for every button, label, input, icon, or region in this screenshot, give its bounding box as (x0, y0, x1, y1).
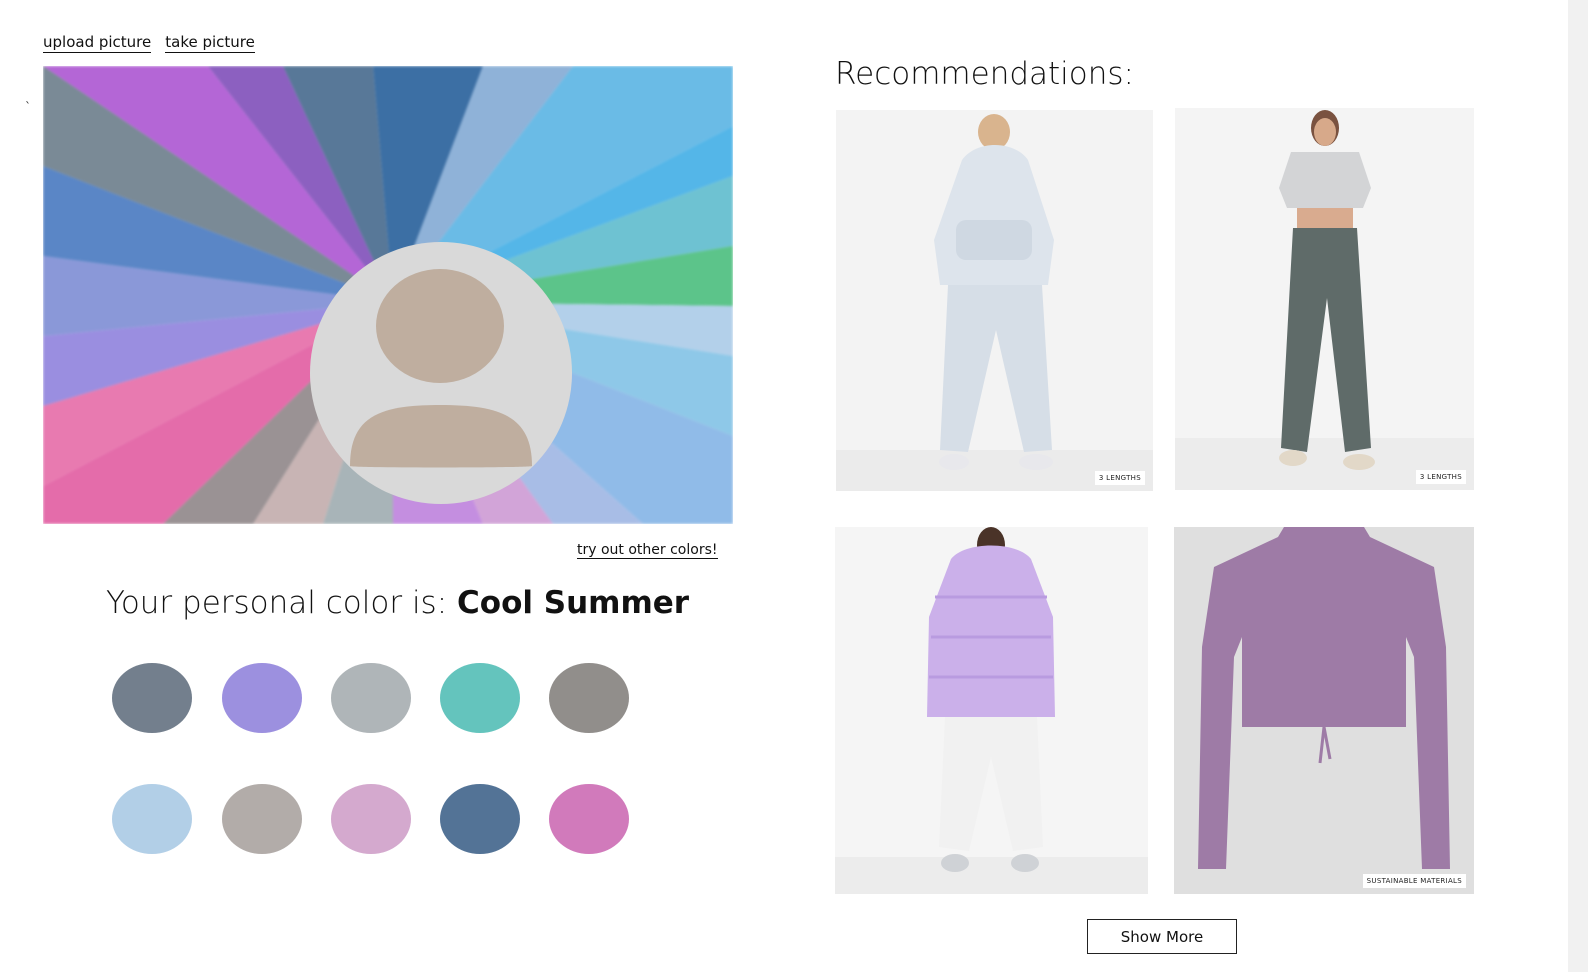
product-badge: 3 LENGTHS (1415, 470, 1466, 484)
product-image (836, 110, 1153, 491)
personal-color-prefix: Your personal color is: (106, 585, 448, 621)
recommendations-title: Recommendations: (835, 56, 1134, 92)
product-image (1174, 527, 1474, 894)
image-source-links: upload picture take picture (43, 33, 255, 53)
swatch-grey[interactable] (549, 663, 629, 733)
swatch-lavender[interactable] (222, 663, 302, 733)
swatch-denim[interactable] (440, 784, 520, 854)
product-badge: 3 LENGTHS (1094, 471, 1145, 485)
swatch-orchid[interactable] (331, 784, 411, 854)
product-image (835, 527, 1148, 894)
swatch-teal[interactable] (440, 663, 520, 733)
swatch-magenta[interactable] (549, 784, 629, 854)
swatch-slate[interactable] (112, 663, 192, 733)
swatch-powder-blue[interactable] (112, 784, 192, 854)
product-badge: SUSTAINABLE MATERIALS (1362, 874, 1466, 888)
personal-color-heading: Your personal color is: Cool Summer (106, 585, 689, 621)
take-picture-link[interactable]: take picture (165, 33, 255, 53)
product-image (1175, 108, 1474, 490)
recommendation-card[interactable] (835, 527, 1148, 894)
recommendation-card[interactable]: 3 LENGTHS (836, 110, 1153, 491)
recommendation-card[interactable]: 3 LENGTHS (1175, 108, 1474, 490)
color-wheel-preview (43, 66, 733, 524)
recommendation-card[interactable]: SUSTAINABLE MATERIALS (1174, 527, 1474, 894)
personal-color-season: Cool Summer (457, 585, 690, 621)
swatch-silver[interactable] (331, 663, 411, 733)
upload-picture-link[interactable]: upload picture (43, 33, 152, 53)
try-other-colors-link[interactable]: try out other colors! (577, 542, 718, 559)
show-more-button[interactable]: Show More (1087, 919, 1237, 954)
person-silhouette-icon (310, 242, 572, 504)
stray-mark: ` (25, 100, 31, 114)
swatch-taupe[interactable] (222, 784, 302, 854)
scrollbar[interactable] (1568, 0, 1588, 972)
